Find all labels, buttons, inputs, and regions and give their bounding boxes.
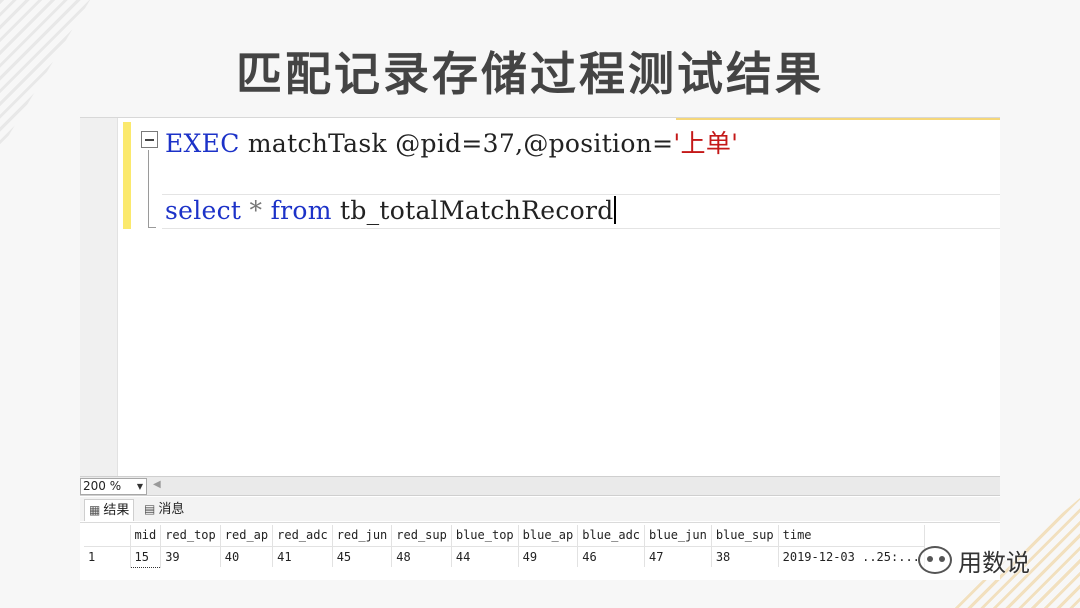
table-name: tb_totalMatchRecord — [331, 196, 614, 225]
zoom-dropdown[interactable]: 200 % ▼ — [80, 478, 147, 495]
header-row: mid red_top red_ap red_adc red_jun red_s… — [84, 525, 925, 547]
table-cell[interactable]: 44 — [451, 546, 519, 567]
text-caret — [613, 196, 616, 224]
table-cell[interactable]: 45 — [332, 546, 393, 567]
table-cell[interactable]: 46 — [577, 546, 646, 567]
column-header[interactable]: blue_top — [451, 525, 519, 547]
slide-title: 匹配记录存储过程测试结果 — [236, 47, 824, 101]
table-cell[interactable]: 49 — [518, 546, 579, 567]
grid-icon: ▦ — [89, 503, 101, 517]
table-cell[interactable]: 39 — [160, 546, 221, 567]
outline-end — [148, 227, 156, 228]
editor-gutter — [80, 118, 118, 476]
editor-tab-accent — [676, 118, 1000, 120]
column-header[interactable]: blue_sup — [711, 525, 779, 547]
results-grid: mid red_top red_ap red_adc red_jun red_s… — [80, 522, 1000, 580]
tab-messages[interactable]: ▤ 消息 — [140, 499, 188, 521]
ssms-query-window: EXEC matchTask @pid=37,@position='上单' se… — [80, 117, 1000, 580]
zoom-value: 200 % — [83, 479, 122, 493]
column-header[interactable]: time — [778, 525, 925, 547]
collapse-outline-icon[interactable] — [141, 131, 158, 148]
table-cell[interactable]: 41 — [272, 546, 333, 567]
chevron-down-icon: ▼ — [136, 482, 143, 491]
grid-corner[interactable] — [84, 525, 131, 547]
keyword-exec: EXEC — [165, 129, 240, 158]
column-header[interactable]: blue_jun — [644, 525, 712, 547]
outline-line — [148, 150, 149, 228]
table-cell[interactable]: 47 — [644, 546, 712, 567]
scroll-left-icon[interactable]: ◀ — [153, 479, 161, 490]
code-line-select[interactable]: select * from tb_totalMatchRecord — [165, 196, 616, 225]
keyword-from: from — [270, 196, 332, 225]
row-number[interactable]: 1 — [84, 546, 131, 567]
column-header[interactable]: blue_ap — [518, 525, 579, 547]
messages-icon: ▤ — [144, 502, 156, 516]
table-cell[interactable]: 38 — [711, 546, 779, 567]
results-table: mid red_top red_ap red_adc red_jun red_s… — [84, 525, 925, 568]
proc-call-text: matchTask @pid=37,@position= — [239, 129, 674, 158]
table-row[interactable]: 1 15 39 40 41 45 48 44 49 46 47 38 2019-… — [84, 545, 925, 568]
table-cell[interactable]: 40 — [220, 546, 274, 567]
column-header[interactable]: red_top — [160, 525, 221, 547]
table-cell[interactable]: 48 — [391, 546, 452, 567]
changed-lines-indicator — [123, 122, 131, 229]
keyword-select: select — [165, 196, 242, 225]
table-cell[interactable]: 15 — [129, 545, 162, 568]
tab-messages-label: 消息 — [158, 502, 185, 517]
tab-results[interactable]: ▦ 结果 — [84, 499, 135, 521]
zoom-bar: 200 % ▼ ◀ — [80, 476, 1000, 496]
star-operator: * — [241, 196, 271, 225]
results-tabbar: ▦ 结果 ▤ 消息 — [80, 497, 1000, 521]
wechat-icon — [918, 546, 952, 574]
table-cell[interactable]: 2019-12-03 ..25:... — [778, 546, 925, 567]
column-header[interactable]: red_adc — [272, 525, 333, 547]
column-header[interactable]: blue_adc — [577, 525, 646, 547]
column-header[interactable]: mid — [130, 525, 162, 547]
code-line-exec[interactable]: EXEC matchTask @pid=37,@position='上单' — [165, 124, 738, 160]
column-header[interactable]: red_sup — [391, 525, 452, 547]
string-literal: '上单' — [673, 129, 739, 158]
column-header[interactable]: red_ap — [220, 525, 274, 547]
tab-results-label: 结果 — [103, 503, 130, 518]
watermark-text: 用数说 — [958, 548, 1030, 577]
watermark: 用数说 — [918, 540, 1030, 580]
column-header[interactable]: red_jun — [332, 525, 393, 547]
